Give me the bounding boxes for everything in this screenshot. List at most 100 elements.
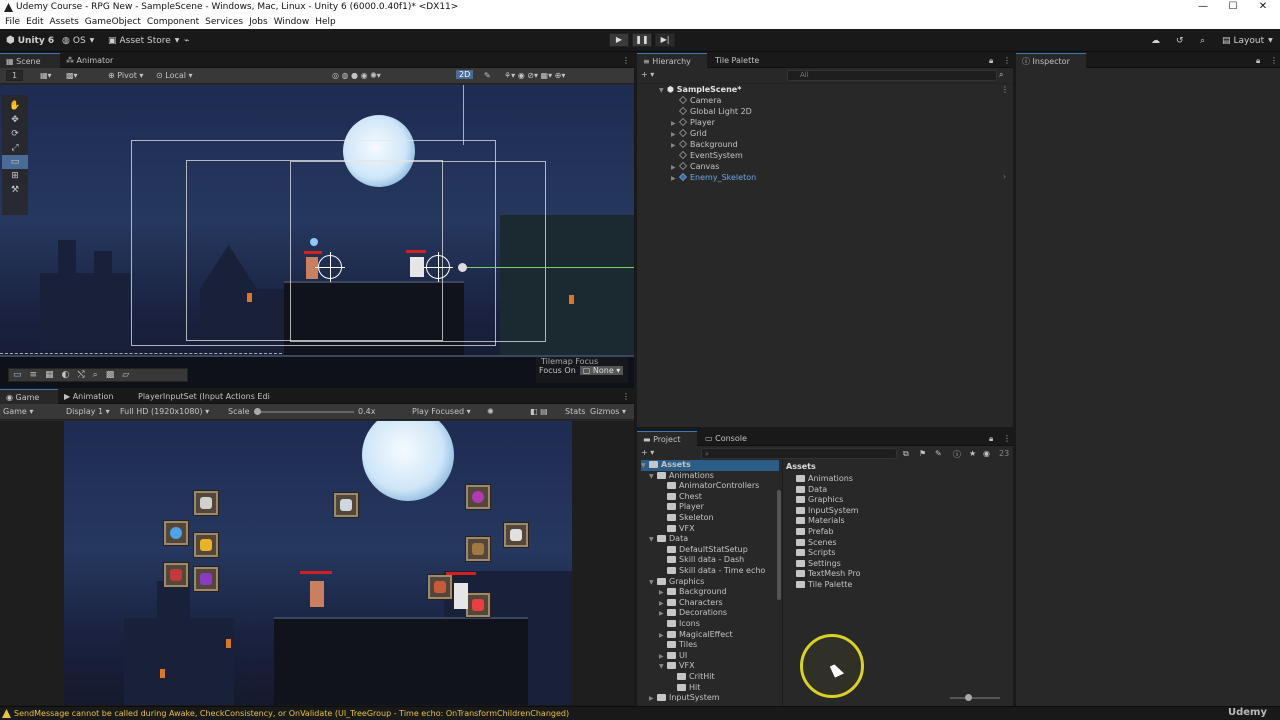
lighting-icon[interactable]: ✎ [484, 71, 491, 80]
asset-folder-animations[interactable]: Animations [796, 474, 853, 485]
gizmos-dropdown[interactable]: Gizmos ▾ [590, 407, 626, 416]
add-object-button[interactable]: + ▾ [641, 70, 654, 79]
mute-audio-icon[interactable]: ✺ [487, 407, 494, 416]
hand-tool-icon[interactable]: ✋ [2, 99, 28, 113]
asset-folder-textmesh-pro[interactable]: TextMesh Pro [796, 569, 860, 580]
tree-item-skeleton[interactable]: Skeleton [659, 513, 714, 524]
skill-node[interactable] [164, 563, 188, 587]
tree-item-characters[interactable]: ▶ Characters [659, 598, 723, 609]
menu-services[interactable]: Services [205, 17, 243, 27]
tree-item-defaultstatsetup[interactable]: DefaultStatSetup [659, 545, 748, 556]
snap-settings-icon[interactable]: ▩▾ [66, 71, 78, 80]
scene-viewport[interactable]: ✋ ✥ ⟳ ⤢ ▭ ⊞ ⚒ ▭ ≡ ▦ ◐ ⤭ ⌕ ▩ ▱ Tilemap Fo… [0, 85, 634, 388]
status-bar[interactable]: SendMessage cannot be called during Awak… [0, 706, 1280, 720]
hierarchy-item-background[interactable]: ▶ Background [671, 139, 738, 150]
expand-arrow-icon[interactable]: ▼ [641, 461, 649, 472]
asset-store-dropdown[interactable]: ▣ Asset Store ▼ [108, 33, 179, 48]
skill-node[interactable] [466, 485, 490, 509]
tree-item-magicaleffect[interactable]: ▶ MagicalEffect [659, 630, 733, 641]
tree-item-animations[interactable]: ▼ Animations [649, 471, 714, 482]
expand-arrow-icon[interactable]: ▼ [649, 578, 657, 589]
custom-tool-icon[interactable]: ⚒ [2, 183, 28, 197]
hierarchy-item-eventsystem[interactable]: EventSystem [671, 150, 743, 161]
hidden-packages-icon[interactable]: ◉ [983, 449, 990, 458]
asset-folder-scripts[interactable]: Scripts [796, 548, 835, 559]
rect-fill-icon[interactable]: ◐ [62, 370, 70, 380]
pause-button[interactable]: ❚❚ [632, 33, 652, 47]
asset-folder-materials[interactable]: Materials [796, 516, 845, 527]
tree-item-background[interactable]: ▶ Background [659, 587, 727, 598]
icon-size-slider-handle[interactable] [965, 694, 972, 701]
skill-node[interactable] [466, 593, 490, 617]
move-tile-icon[interactable]: ≡ [30, 370, 38, 380]
hierarchy-item-canvas[interactable]: ▶ Canvas [671, 161, 719, 172]
tab-animator[interactable]: ⁂ Animator [60, 53, 130, 68]
project-search-input[interactable]: ⌕ [701, 448, 897, 459]
expand-arrow-icon[interactable]: ▼ [659, 662, 667, 673]
rect-tool-icon[interactable]: ▭ [2, 155, 28, 169]
layout-dropdown[interactable]: ▤ Layout ▼ [1222, 33, 1273, 48]
pivot-dropdown[interactable]: ⊕ Pivot ▾ [108, 71, 143, 80]
hierarchy-item-global-light[interactable]: Global Light 2D [671, 106, 752, 117]
erase-tile-icon[interactable]: ⌕ [93, 370, 98, 380]
tree-item-vfx[interactable]: VFX [659, 524, 695, 535]
menu-window[interactable]: Window [274, 17, 310, 27]
scene-row[interactable]: ▼ ⬢ SampleScene* [659, 84, 741, 95]
tab-project[interactable]: ▬ Project [637, 431, 697, 446]
skeleton-collider-gizmo[interactable] [423, 252, 453, 282]
tree-item-chest[interactable]: Chest [659, 492, 702, 503]
asset-folder-data[interactable]: Data [796, 485, 827, 496]
grid-snap-icon[interactable]: ▦▾ [40, 71, 52, 80]
icon-size-slider[interactable] [950, 697, 1000, 699]
skill-node[interactable] [194, 533, 218, 557]
tree-item-skill-data-time-echo[interactable]: Skill data - Time echo [659, 566, 765, 577]
picker-tile-icon[interactable]: ⤭ [77, 370, 84, 380]
move-tool-icon[interactable]: ✥ [2, 113, 28, 127]
tab-tile-palette[interactable]: Tile Palette [709, 53, 769, 68]
expand-arrow-icon[interactable]: ▼ [659, 85, 667, 96]
tree-item-ui[interactable]: ▶ UI [659, 651, 687, 662]
minimize-button[interactable]: — [1196, 1, 1210, 12]
lock-icon[interactable]: 🔒︎ [1256, 56, 1260, 66]
skill-node[interactable] [194, 567, 218, 591]
maximize-button[interactable]: ☐ [1226, 1, 1240, 12]
more-options-icon[interactable]: ⋮ [1003, 56, 1011, 65]
tree-item-data[interactable]: ▼ Data [649, 534, 688, 545]
menu-help[interactable]: Help [315, 17, 336, 27]
skill-node[interactable] [164, 521, 188, 545]
more-options-icon[interactable]: ⋮ [1003, 434, 1011, 443]
display-dropdown[interactable]: Display 1 ▾ [66, 407, 110, 416]
asset-folder-inputsystem[interactable]: InputSystem [796, 506, 859, 517]
skill-node[interactable] [466, 537, 490, 561]
hierarchy-item-grid[interactable]: ▶ Grid [671, 128, 707, 139]
tree-item-crithit[interactable]: CritHit [669, 672, 715, 683]
view-options-icon[interactable]: ◎ ◍ ● ◉ ✺▾ [332, 71, 381, 80]
scene-options-icon[interactable]: ⋮ [1001, 85, 1009, 94]
fill-tile-icon[interactable]: ▩ [106, 370, 115, 380]
console-status-message[interactable]: SendMessage cannot be called during Awak… [14, 709, 569, 718]
more-options-icon[interactable]: ⋮ [622, 56, 630, 65]
close-button[interactable]: ✕ [1256, 1, 1270, 12]
asset-folder-graphics[interactable]: Graphics [796, 495, 843, 506]
search-by-log-icon[interactable]: ✎ [935, 449, 942, 458]
scale-slider-handle[interactable] [254, 408, 261, 415]
tree-item-hit[interactable]: Hit [669, 683, 700, 694]
search-icon[interactable]: ⌕ [1200, 33, 1205, 48]
stats-button[interactable]: Stats [565, 407, 585, 416]
skill-node[interactable] [334, 493, 358, 517]
tree-item-assets[interactable]: ▼ Assets [641, 460, 779, 471]
skill-node[interactable] [428, 575, 452, 599]
game-viewport[interactable] [64, 421, 572, 705]
history-icon[interactable]: ↺ [1176, 33, 1184, 48]
tab-input-actions[interactable]: PlayerInputSet (Input Actions Edi [132, 389, 282, 404]
tree-item-tiles[interactable]: Tiles [659, 640, 697, 651]
favorite-icon[interactable]: ★ [969, 449, 976, 458]
tab-inspector[interactable]: ⓘ Inspector [1016, 53, 1086, 68]
tree-item-skill-data-dash[interactable]: Skill data - Dash [659, 555, 744, 566]
tab-animation[interactable]: ▶ Animation [58, 389, 130, 404]
assets-breadcrumb[interactable]: Assets [786, 462, 816, 471]
skeleton-sprite[interactable] [410, 257, 424, 277]
player-sprite[interactable] [306, 257, 318, 279]
menu-component[interactable]: Component [147, 17, 199, 27]
tree-item-player[interactable]: Player [659, 502, 704, 513]
